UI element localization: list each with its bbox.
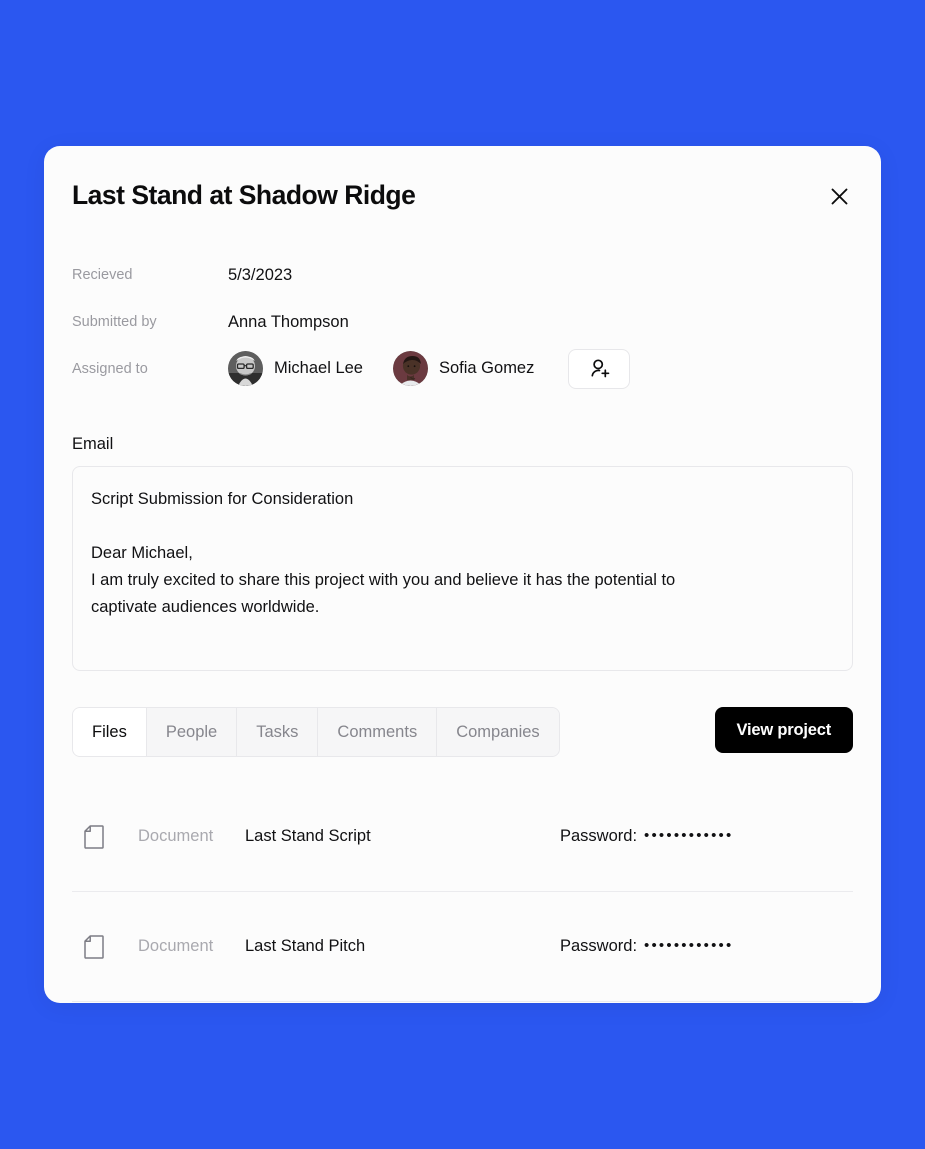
tab-people[interactable]: People bbox=[146, 708, 238, 756]
password-mask: •••••••••••• bbox=[644, 827, 734, 844]
avatar-sofia-gomez bbox=[392, 351, 428, 386]
files-list: Document Last Stand Script Password: •••… bbox=[72, 782, 853, 1002]
tabs-row: Files People Tasks Comments Companies Vi… bbox=[72, 707, 853, 757]
email-section: Email Script Submission for Consideratio… bbox=[72, 435, 853, 671]
tab-tasks[interactable]: Tasks bbox=[237, 708, 319, 756]
document-icon bbox=[84, 934, 106, 959]
file-type: Document bbox=[138, 827, 214, 845]
table-row[interactable]: Document Last Stand Script Password: •••… bbox=[72, 782, 853, 892]
password-label: Password: bbox=[560, 937, 638, 955]
avatar-michael-lee bbox=[228, 351, 263, 386]
email-label: Email bbox=[72, 435, 114, 453]
submitted-by-value: Anna Thompson bbox=[228, 312, 349, 331]
assignee-michael-lee[interactable]: Michael Lee bbox=[228, 351, 363, 386]
card-header: Last Stand at Shadow Ridge bbox=[72, 178, 853, 224]
received-label: Recieved bbox=[72, 266, 133, 283]
close-icon bbox=[831, 188, 848, 205]
person-add-icon bbox=[588, 357, 611, 380]
file-name: Last Stand Script bbox=[245, 827, 371, 845]
assignee-name: Sofia Gomez bbox=[438, 359, 535, 377]
meta-row-submitted-by: Submitted by Anna Thompson bbox=[72, 298, 853, 345]
file-type: Document bbox=[138, 937, 214, 955]
document-icon bbox=[84, 824, 106, 849]
tab-group: Files People Tasks Comments Companies bbox=[72, 707, 560, 757]
assigned-to-label: Assigned to bbox=[72, 360, 148, 377]
project-detail-card: Last Stand at Shadow Ridge Recieved 5/3/… bbox=[44, 146, 881, 1003]
tab-companies[interactable]: Companies bbox=[437, 708, 559, 756]
received-value: 5/3/2023 bbox=[228, 265, 293, 284]
tab-files[interactable]: Files bbox=[73, 708, 147, 756]
assignee-sofia-gomez[interactable]: Sofia Gomez bbox=[392, 351, 535, 386]
tab-comments[interactable]: Comments bbox=[318, 708, 438, 756]
add-person-button[interactable] bbox=[568, 348, 631, 389]
meta-details: Recieved 5/3/2023 Submitted by Anna Thom… bbox=[72, 251, 853, 392]
meta-row-received: Recieved 5/3/2023 bbox=[72, 251, 853, 298]
table-row[interactable]: Document Last Stand Pitch Password: ••••… bbox=[72, 892, 853, 1002]
assignee-list: Michael Lee Sofia Gomez bbox=[228, 348, 631, 389]
close-button[interactable] bbox=[825, 182, 853, 210]
password-label: Password: bbox=[560, 827, 638, 845]
page-title: Last Stand at Shadow Ridge bbox=[72, 180, 416, 210]
file-name: Last Stand Pitch bbox=[245, 937, 366, 955]
meta-row-assigned-to: Assigned to Michael Lee Sofia Gomez bbox=[72, 345, 853, 392]
submitted-by-label: Submitted by bbox=[72, 313, 157, 330]
file-password: Password: •••••••••••• bbox=[560, 827, 733, 846]
view-project-button[interactable]: View project bbox=[714, 707, 853, 753]
email-body[interactable]: Script Submission for Consideration Dear… bbox=[72, 466, 853, 671]
assignee-name: Michael Lee bbox=[274, 359, 363, 377]
password-mask: •••••••••••• bbox=[644, 937, 734, 954]
file-password: Password: •••••••••••• bbox=[560, 937, 733, 956]
